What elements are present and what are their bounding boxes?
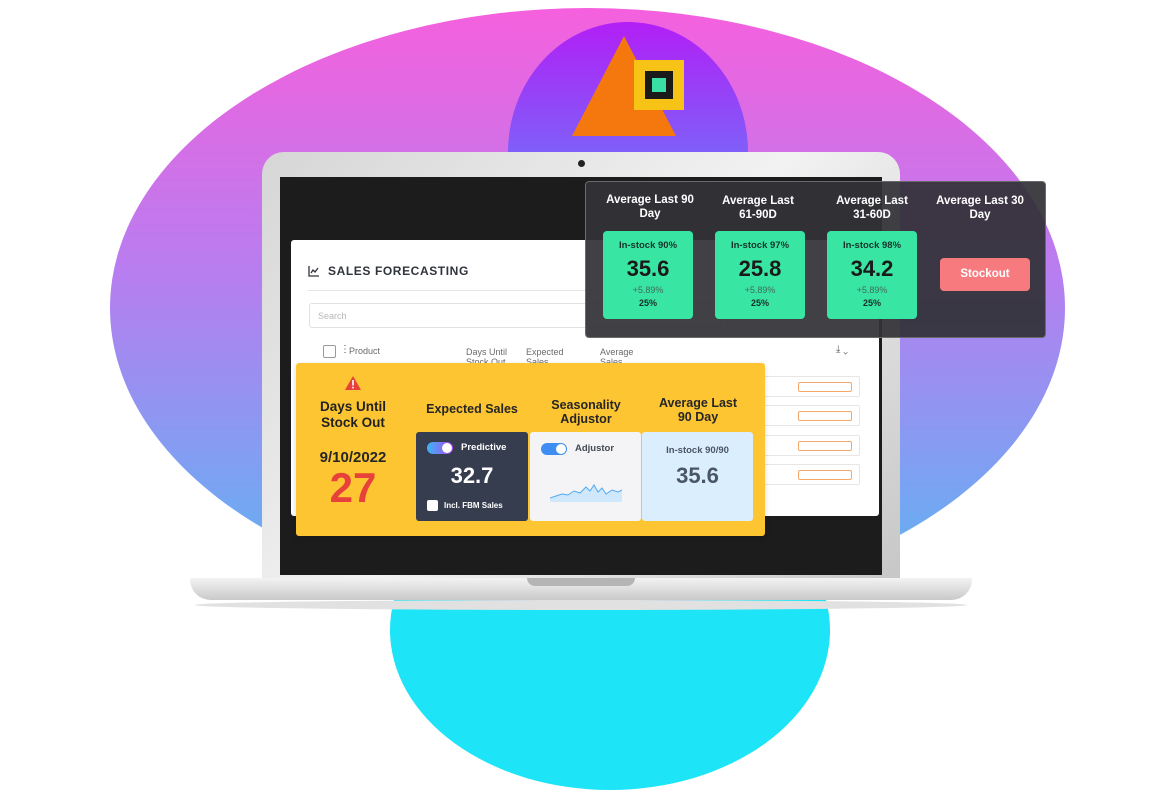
adjustor-toggle[interactable] bbox=[541, 443, 567, 455]
row-dropdown[interactable] bbox=[798, 382, 852, 392]
page-title: SALES FORECASTING bbox=[328, 264, 469, 278]
instock-label: In-stock 97% bbox=[730, 240, 790, 251]
row-dropdown[interactable] bbox=[798, 411, 852, 421]
expected-sales-value: 32.7 bbox=[450, 463, 494, 488]
sparkline-chart bbox=[550, 484, 622, 502]
average-value: 35.6 bbox=[626, 256, 670, 281]
column-header-average-sales[interactable]: Average Sales bbox=[600, 347, 648, 363]
column-header-days-until[interactable]: Days Until Stock Out bbox=[466, 347, 514, 363]
average-instock-label: In-stock 90/90 bbox=[666, 445, 729, 456]
app-header: SALES FORECASTING bbox=[308, 262, 469, 280]
avg-61-90-heading: Average Last 61-90D bbox=[722, 195, 794, 221]
column-header-expected-sales[interactable]: Expected Sales bbox=[526, 347, 574, 363]
percent-value: 25% bbox=[638, 298, 657, 308]
column-header-product[interactable]: Product bbox=[349, 346, 380, 356]
avg-30-heading: Average Last 30 Day bbox=[936, 195, 1024, 221]
average-value: 35.6 bbox=[676, 463, 719, 488]
avg-90-heading: Average Last 90 Day bbox=[606, 194, 694, 220]
laptop-shadow bbox=[195, 600, 967, 610]
predictive-toggle[interactable] bbox=[427, 442, 453, 454]
download-icon[interactable]: ⤓ ⌄ bbox=[836, 344, 848, 355]
avg-31-60-heading: Average Last 31-60D bbox=[836, 195, 908, 221]
fbm-sales-label: Incl. FBM Sales bbox=[444, 501, 503, 510]
laptop-notch bbox=[527, 578, 635, 586]
stockout-button[interactable]: Stockout bbox=[940, 258, 1030, 291]
expected-sales-heading: Expected Sales bbox=[426, 402, 518, 416]
average-value: 25.8 bbox=[738, 256, 782, 281]
percent-value: 25% bbox=[750, 298, 769, 308]
average-value: 34.2 bbox=[850, 256, 894, 281]
chart-icon bbox=[308, 266, 319, 277]
avg-31-60-tile: In-stock 98% 34.2 +5.89% 25% bbox=[827, 231, 917, 319]
fbm-sales-checkbox[interactable] bbox=[427, 500, 438, 511]
instock-label: In-stock 98% bbox=[842, 240, 902, 251]
avg-61-90-tile: In-stock 97% 25.8 +5.89% 25% bbox=[715, 231, 805, 319]
days-until-stockout-label: Days Until Stock Out bbox=[319, 399, 387, 430]
adjustor-toggle-label: Adjustor bbox=[575, 443, 615, 454]
days-until-stockout-value: 27 bbox=[329, 464, 377, 511]
predictive-toggle-label: Predictive bbox=[461, 442, 507, 453]
seasonality-heading: Seasonality Adjustor bbox=[551, 398, 621, 426]
avg-90-tile: In-stock 90% 35.6 +5.89% 25% bbox=[603, 231, 693, 319]
change-value: +5.89% bbox=[632, 285, 664, 295]
laptop-camera bbox=[578, 160, 585, 167]
instock-label: In-stock 90% bbox=[618, 240, 678, 251]
select-all-checkbox[interactable] bbox=[323, 345, 336, 358]
change-value: +5.89% bbox=[744, 285, 776, 295]
change-value: +5.89% bbox=[856, 285, 888, 295]
row-dropdown[interactable] bbox=[798, 441, 852, 451]
percent-value: 25% bbox=[862, 298, 881, 308]
average-heading: Average Last 90 Day bbox=[658, 396, 738, 424]
row-dropdown[interactable] bbox=[798, 470, 852, 480]
logo-square-core bbox=[652, 78, 666, 92]
warning-icon bbox=[345, 376, 361, 390]
